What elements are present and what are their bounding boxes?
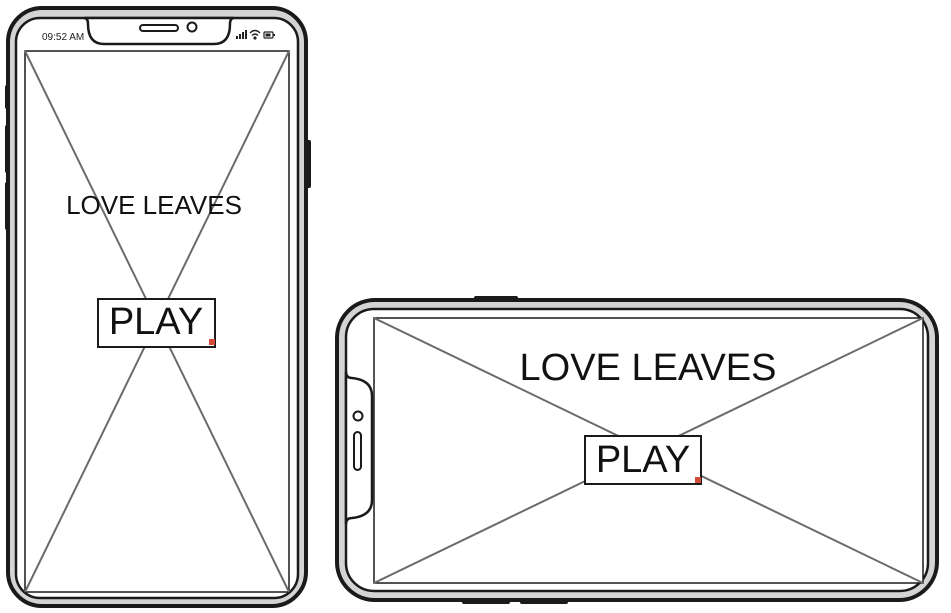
- landscape-game-title: LOVE LEAVES: [520, 347, 777, 389]
- landscape-phone-mockup: LOVE LEAVES PLAY: [335, 296, 939, 604]
- front-camera: [186, 21, 198, 33]
- resize-handle-icon: [209, 339, 215, 345]
- portrait-play-button[interactable]: PLAY: [97, 298, 216, 348]
- landscape-play-button[interactable]: PLAY: [584, 435, 702, 485]
- resize-handle-icon: [695, 477, 701, 483]
- portrait-game-title: LOVE LEAVES: [66, 190, 242, 220]
- portrait-phone-mockup: 09:52 AM LOVE LEAVES PLAY: [5, 6, 311, 608]
- portrait-play-button-label: PLAY: [109, 301, 203, 343]
- speaker-grille: [353, 431, 362, 471]
- speaker-grille: [139, 24, 179, 32]
- status-time: 09:52 AM: [42, 32, 84, 43]
- front-camera: [352, 410, 364, 422]
- wireframe-canvas: 09:52 AM LOVE LEAVES PLAY LOVE LEAVES PL…: [5, 6, 939, 608]
- landscape-play-button-label: PLAY: [596, 439, 690, 481]
